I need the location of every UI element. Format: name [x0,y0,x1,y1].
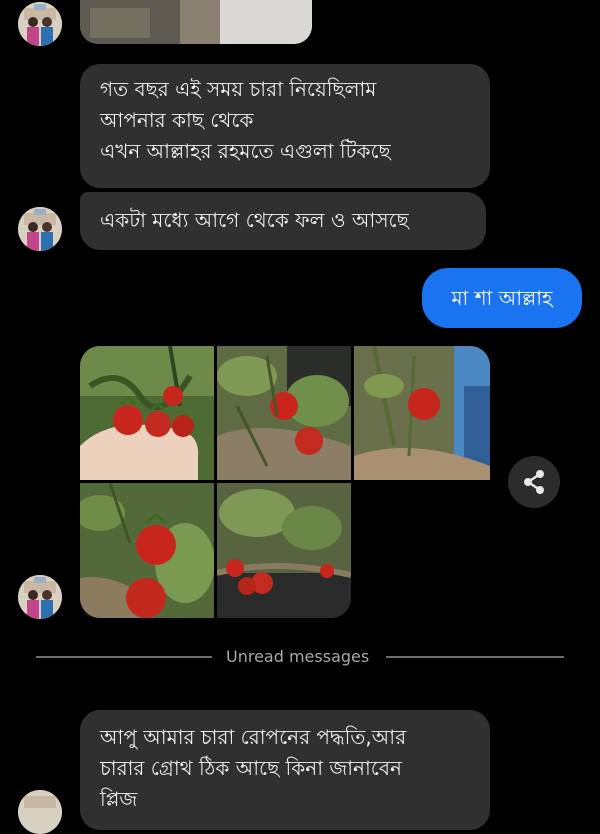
strawberry-plant-photo-2[interactable] [217,346,351,480]
incoming-message-bubble[interactable]: গত বছর এই সময় চারা নিয়েছিলাম আপনার কাছ… [80,64,490,188]
divider-line-left [36,656,212,658]
share-icon [524,470,544,494]
strawberry-plant-photo-3[interactable] [354,346,490,480]
message-text: একটা মধ্যে আগে থেকে ফল ও আসছে [100,208,409,232]
incoming-message-bubble[interactable]: আপু আমার চারা রোপনের পদ্ধতি,আর চারার গ্র… [80,710,490,830]
contact-avatar[interactable] [18,207,62,251]
message-text: মা শা আল্লাহ [451,286,553,310]
previous-photo-fragment[interactable] [80,0,312,44]
share-button[interactable] [508,456,560,508]
message-text-line: এখন আল্লাহর রহমতে এগুলা টিকছে [100,139,391,163]
contact-avatar[interactable] [18,790,62,834]
message-text-line: আপু আমার চারা রোপনের পদ্ধতি,আর [100,725,407,749]
strawberry-plant-photo-4[interactable] [80,483,214,618]
divider-line-right [386,656,564,658]
message-text-line: চারার গ্রোথ ঠিক আছে কিনা জানাবেন [100,756,402,780]
outgoing-message-bubble[interactable]: মা শা আল্লাহ [422,268,582,328]
avatar-image [18,2,62,46]
contact-avatar[interactable] [18,2,62,46]
message-text-line: গত বছর এই সময় চারা নিয়েছিলাম [100,77,377,101]
incoming-message-bubble[interactable]: একটা মধ্যে আগে থেকে ফল ও আসছে [80,192,486,250]
strawberry-pot-photo-5[interactable] [217,483,351,618]
contact-avatar[interactable] [18,575,62,619]
avatar-image [18,790,62,834]
photo-grid [80,346,490,618]
strawberries-in-hand-photo[interactable] [80,346,214,480]
message-text-line: আপনার কাছ থেকে [100,108,254,132]
avatar-image [18,575,62,619]
avatar-image [18,207,62,251]
unread-messages-divider: Unread messages [226,647,370,666]
